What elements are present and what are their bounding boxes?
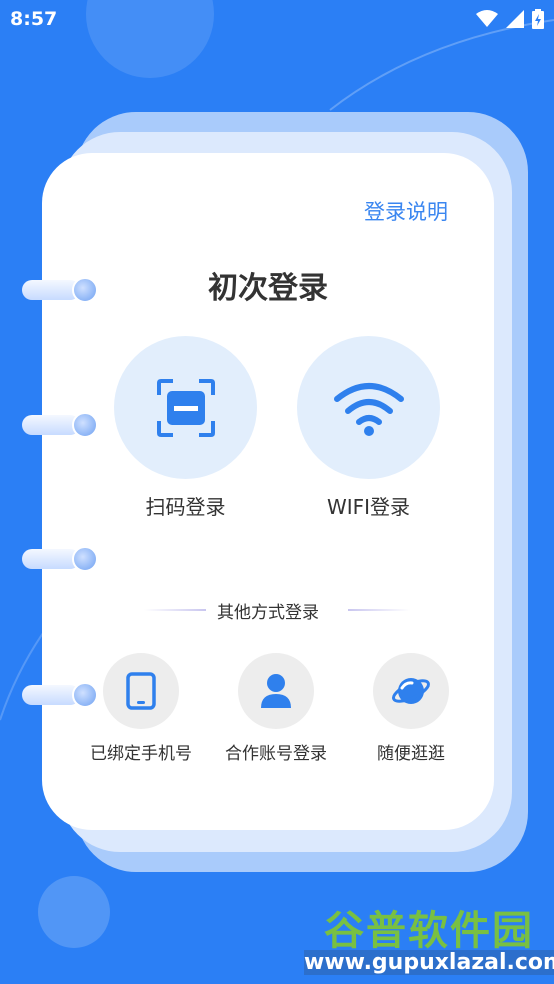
partner-account-button[interactable]: 合作账号登录 — [216, 653, 336, 764]
status-time: 8:57 — [10, 8, 58, 30]
scan-icon — [156, 378, 215, 437]
wifi-login-circle — [297, 336, 440, 479]
browse-circle — [373, 653, 449, 729]
wifi-login-button[interactable]: WIFI登录 — [297, 336, 440, 520]
divider-text: 其他方式登录 — [217, 603, 319, 623]
scan-login-button[interactable]: 扫码登录 — [114, 336, 257, 520]
battery-icon — [532, 9, 544, 29]
bound-phone-circle — [103, 653, 179, 729]
scan-login-label: 扫码登录 — [145, 495, 226, 519]
bound-phone-label: 已绑定手机号 — [90, 744, 192, 764]
status-bar: 8:57 — [0, 0, 554, 38]
binder-ring-1 — [22, 277, 98, 303]
watermark: 谷普软件园 www.gupuxlazal.com — [304, 896, 554, 984]
divider-line-right — [348, 609, 410, 611]
binder-ring-4 — [22, 682, 98, 708]
browse-button[interactable]: 随便逛逛 — [351, 653, 471, 764]
login-card: 登录说明 初次登录 扫码登录 WIFI登录 其他方式登录 已绑定手机号 合作账号… — [42, 153, 494, 830]
user-icon — [261, 674, 291, 708]
wifi-signal-icon — [476, 10, 498, 27]
wifi-icon — [333, 382, 404, 436]
cell-signal-icon — [506, 10, 524, 28]
browse-label: 随便逛逛 — [377, 744, 445, 764]
planet-icon — [392, 678, 430, 704]
page-title: 初次登录 — [208, 271, 328, 306]
binder-ring-2 — [22, 412, 98, 438]
partner-account-circle — [238, 653, 314, 729]
status-icons — [476, 8, 544, 30]
wifi-login-label: WIFI登录 — [326, 495, 411, 519]
partner-account-label: 合作账号登录 — [225, 744, 327, 764]
other-login-divider: 其他方式登录 — [42, 598, 494, 623]
login-help-link[interactable]: 登录说明 — [364, 196, 448, 226]
divider-line-left — [144, 609, 206, 611]
scan-login-circle — [114, 336, 257, 479]
watermark-name: 谷普软件园 — [324, 908, 534, 954]
binder-ring-3 — [22, 546, 98, 572]
watermark-url: www.gupuxlazal.com — [304, 950, 554, 975]
phone-icon — [126, 672, 156, 710]
bound-phone-button[interactable]: 已绑定手机号 — [81, 653, 201, 764]
